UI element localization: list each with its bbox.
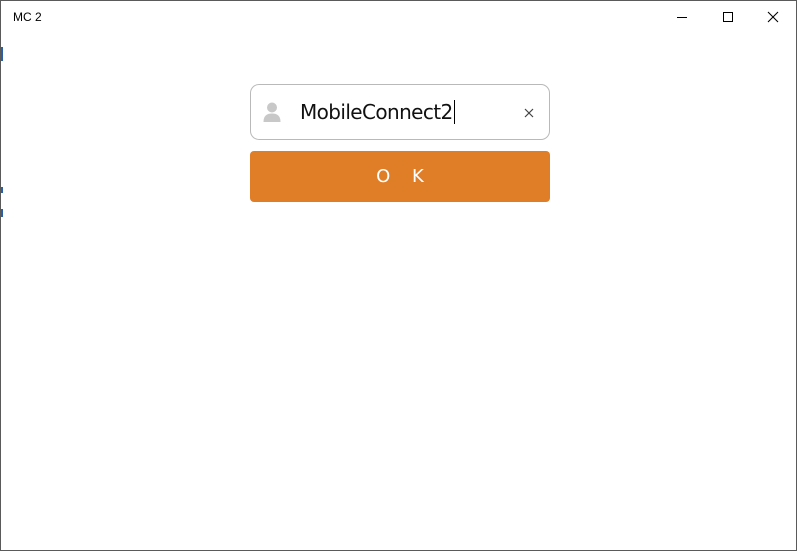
window-edge-accent bbox=[1, 209, 3, 217]
minimize-icon bbox=[677, 17, 687, 18]
clear-icon[interactable] bbox=[523, 107, 535, 119]
window-title: MC 2 bbox=[13, 10, 42, 24]
ok-button[interactable]: O K bbox=[250, 151, 550, 202]
username-input[interactable]: MobileConnect2 bbox=[300, 99, 455, 125]
close-button[interactable] bbox=[750, 1, 796, 33]
window-edge-accent bbox=[1, 47, 3, 61]
app-window: MC 2 MobileConnect2 O K bbox=[0, 0, 797, 551]
maximize-button[interactable] bbox=[705, 1, 751, 33]
maximize-icon bbox=[723, 12, 733, 22]
user-icon bbox=[263, 102, 281, 122]
minimize-button[interactable] bbox=[659, 1, 705, 33]
close-icon bbox=[767, 11, 779, 23]
username-field[interactable]: MobileConnect2 bbox=[250, 84, 550, 140]
text-caret bbox=[453, 100, 455, 124]
window-edge-accent bbox=[1, 187, 3, 193]
title-bar[interactable]: MC 2 bbox=[1, 1, 796, 33]
